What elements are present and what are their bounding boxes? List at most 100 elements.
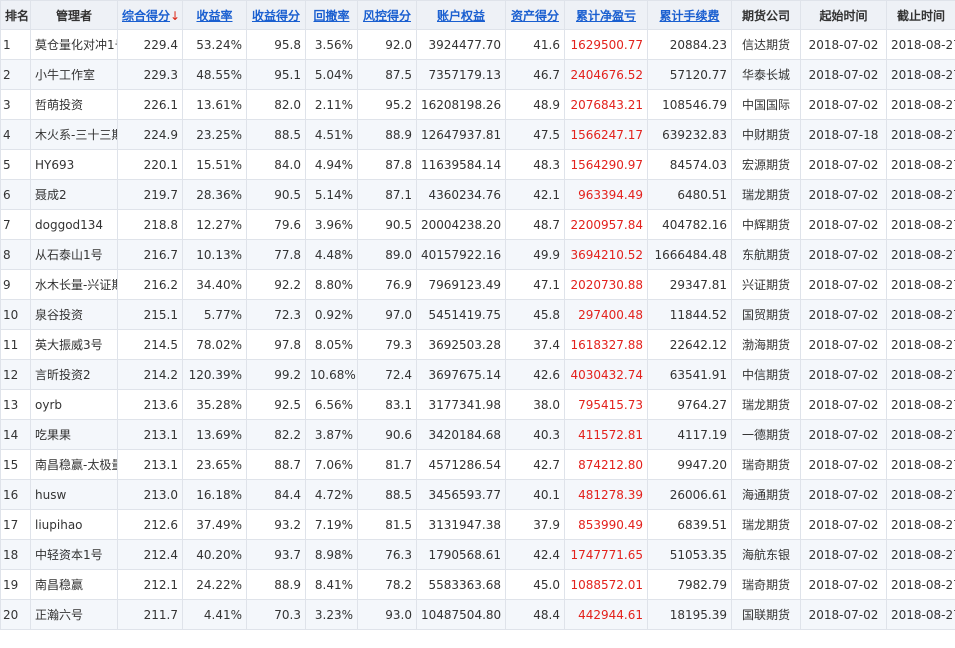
- cell-rank: 17: [0, 509, 31, 540]
- column-header-asset-score[interactable]: 资产得分: [505, 0, 565, 30]
- cell-net-pnl: 963394.49: [564, 179, 648, 210]
- table-row[interactable]: 13 oyrb 213.6 35.28% 92.5 6.56% 83.1 3177341.98…: [0, 389, 955, 420]
- cell-drawdown: 0.92%: [305, 299, 358, 330]
- table-row[interactable]: 11 英大振威3号 214.5 78.02% 97.8 8.05% 79.3 3692503.…: [0, 329, 955, 360]
- cell-rank: 15: [0, 449, 31, 480]
- table-row[interactable]: 3 哲萌投资 226.1 13.61% 82.0 2.11% 95.2 16208198.26…: [0, 89, 955, 120]
- cell-end: 2018-08-27: [886, 299, 955, 330]
- column-header-net-pnl[interactable]: 累计净盈亏: [564, 0, 648, 30]
- cell-return-rate: 23.25%: [182, 119, 247, 150]
- cell-asset-score: 48.3: [505, 149, 565, 180]
- table-row[interactable]: 17 liupihao 212.6 37.49% 93.2 7.19% 81.5 313194…: [0, 509, 955, 540]
- cell-fees: 108546.79: [647, 89, 732, 120]
- cell-broker: 中信期货: [731, 359, 801, 390]
- cell-broker: 瑞龙期货: [731, 509, 801, 540]
- cell-net-pnl: 1088572.01: [564, 569, 648, 600]
- cell-risk-score: 76.3: [357, 539, 417, 570]
- table-row[interactable]: 9水木长量-兴证期货216.234.40%92.28.80%76.9796912…: [0, 269, 955, 300]
- table-row[interactable]: 14 吃果果 213.1 13.69% 82.2 3.87% 90.6 3420184.68 4…: [0, 419, 955, 450]
- column-header-return-rate[interactable]: 收益率: [182, 0, 247, 30]
- sort-link-fees[interactable]: 累计手续费: [659, 9, 719, 23]
- cell-risk-score: 76.9: [357, 269, 417, 300]
- cell-manager: 从石泰山1号: [30, 239, 118, 270]
- cell-return-score: 77.8: [246, 239, 306, 270]
- sort-link-risk-score[interactable]: 风控得分: [363, 9, 411, 23]
- column-header-fees[interactable]: 累计手续费: [647, 0, 732, 30]
- cell-asset-score: 48.7: [505, 209, 565, 240]
- cell-return-score: 79.6: [246, 209, 306, 240]
- cell-end: 2018-08-27: [886, 599, 955, 630]
- cell-drawdown: 6.56%: [305, 389, 358, 420]
- column-header-return-score[interactable]: 收益得分: [246, 0, 306, 30]
- table-row[interactable]: 5 HY693 220.1 15.51% 84.0 4.94% 87.8 11639584.1…: [0, 149, 955, 180]
- cell-drawdown: 3.87%: [305, 419, 358, 450]
- cell-risk-score: 78.2: [357, 569, 417, 600]
- sort-link-return-rate[interactable]: 收益率: [196, 9, 232, 23]
- cell-end: 2018-08-27: [886, 419, 955, 450]
- cell-start: 2018-07-02: [800, 509, 887, 540]
- cell-start: 2018-07-02: [800, 449, 887, 480]
- sort-desc-arrow-icon[interactable]: ↓: [170, 9, 180, 23]
- cell-asset-score: 48.4: [505, 599, 565, 630]
- cell-score: 212.4: [117, 539, 183, 570]
- table-row[interactable]: 1 莫仓量化对冲1号 229.4 53.24% 95.8 3.56% 92.0 3924477…: [0, 29, 955, 60]
- column-header-drawdown[interactable]: 回撤率: [305, 0, 358, 30]
- table-row[interactable]: 6 聂成2 219.7 28.36% 90.5 5.14% 87.1 4360234.76 42…: [0, 179, 955, 210]
- sort-link-equity[interactable]: 账户权益: [437, 9, 485, 23]
- cell-end: 2018-08-27: [886, 449, 955, 480]
- cell-manager: doggod134: [30, 209, 118, 240]
- cell-net-pnl: 853990.49: [564, 509, 648, 540]
- cell-score: 215.1: [117, 299, 183, 330]
- cell-net-pnl: 1564290.97: [564, 149, 648, 180]
- cell-drawdown: 5.04%: [305, 59, 358, 90]
- cell-start: 2018-07-02: [800, 569, 887, 600]
- cell-end: 2018-08-27: [886, 149, 955, 180]
- cell-drawdown: 8.05%: [305, 329, 358, 360]
- cell-return-score: 82.0: [246, 89, 306, 120]
- cell-return-rate: 10.13%: [182, 239, 247, 270]
- table-row[interactable]: 8 从石泰山1号 216.7 10.13% 77.8 4.48% 89.0 40157922.…: [0, 239, 955, 270]
- column-header-equity[interactable]: 账户权益: [416, 0, 506, 30]
- sort-link-score[interactable]: 综合得分: [122, 9, 170, 23]
- table-row[interactable]: 7 doggod134 218.8 12.27% 79.6 3.96% 90.5 200042…: [0, 209, 955, 240]
- cell-drawdown: 3.56%: [305, 29, 358, 60]
- table-row[interactable]: 20 正瀚六号 211.7 4.41% 70.3 3.23% 93.0 10487504.80…: [0, 599, 955, 630]
- cell-manager: 莫仓量化对冲1号: [30, 29, 118, 60]
- column-header-risk-score[interactable]: 风控得分: [357, 0, 417, 30]
- table-row[interactable]: 2 小牛工作室 229.3 48.55% 95.1 5.04% 87.5 7357179.13…: [0, 59, 955, 90]
- table-row[interactable]: 18 中轻资本1号 212.4 40.20% 93.7 8.98% 76.3 1790568.…: [0, 539, 955, 570]
- cell-broker: 中国国际: [731, 89, 801, 120]
- cell-score: 214.2: [117, 359, 183, 390]
- sort-link-return-score[interactable]: 收益得分: [252, 9, 300, 23]
- cell-equity: 20004238.20: [416, 209, 506, 240]
- cell-end: 2018-08-27: [886, 509, 955, 540]
- sort-link-asset-score[interactable]: 资产得分: [511, 9, 559, 23]
- cell-net-pnl: 2020730.88: [564, 269, 648, 300]
- table-row[interactable]: 15南昌稳赢-太极量化213.123.65%88.77.06%81.745712…: [0, 449, 955, 480]
- cell-asset-score: 47.1: [505, 269, 565, 300]
- cell-equity: 3924477.70: [416, 29, 506, 60]
- cell-drawdown: 10.68%: [305, 359, 358, 390]
- column-header-score[interactable]: 综合得分↓: [117, 0, 183, 30]
- sort-link-net-pnl[interactable]: 累计净盈亏: [576, 9, 636, 23]
- cell-return-score: 93.7: [246, 539, 306, 570]
- cell-score: 220.1: [117, 149, 183, 180]
- table-row[interactable]: 12 言昕投资2 214.2 120.39% 99.2 10.68% 72.4 3697675…: [0, 359, 955, 390]
- cell-start: 2018-07-02: [800, 479, 887, 510]
- cell-return-score: 92.5: [246, 389, 306, 420]
- cell-drawdown: 7.19%: [305, 509, 358, 540]
- table-row[interactable]: 16 husw 213.0 16.18% 84.4 4.72% 88.5 3456593.77…: [0, 479, 955, 510]
- cell-risk-score: 81.7: [357, 449, 417, 480]
- table-row[interactable]: 4 木火系-三十三期 224.9 23.25% 88.5 4.51% 88.9 1264793…: [0, 119, 955, 150]
- cell-return-rate: 15.51%: [182, 149, 247, 180]
- cell-risk-score: 90.6: [357, 419, 417, 450]
- cell-net-pnl: 1747771.65: [564, 539, 648, 570]
- table-row[interactable]: 10 泉谷投资 215.1 5.77% 72.3 0.92% 97.0 5451419.75 4…: [0, 299, 955, 330]
- cell-equity: 4360234.76: [416, 179, 506, 210]
- cell-rank: 18: [0, 539, 31, 570]
- table-row[interactable]: 19 南昌稳赢 212.1 24.22% 88.9 8.41% 78.2 5583363.68…: [0, 569, 955, 600]
- cell-manager: 哲萌投资: [30, 89, 118, 120]
- cell-equity: 3692503.28: [416, 329, 506, 360]
- sort-link-drawdown[interactable]: 回撤率: [313, 9, 349, 23]
- cell-risk-score: 81.5: [357, 509, 417, 540]
